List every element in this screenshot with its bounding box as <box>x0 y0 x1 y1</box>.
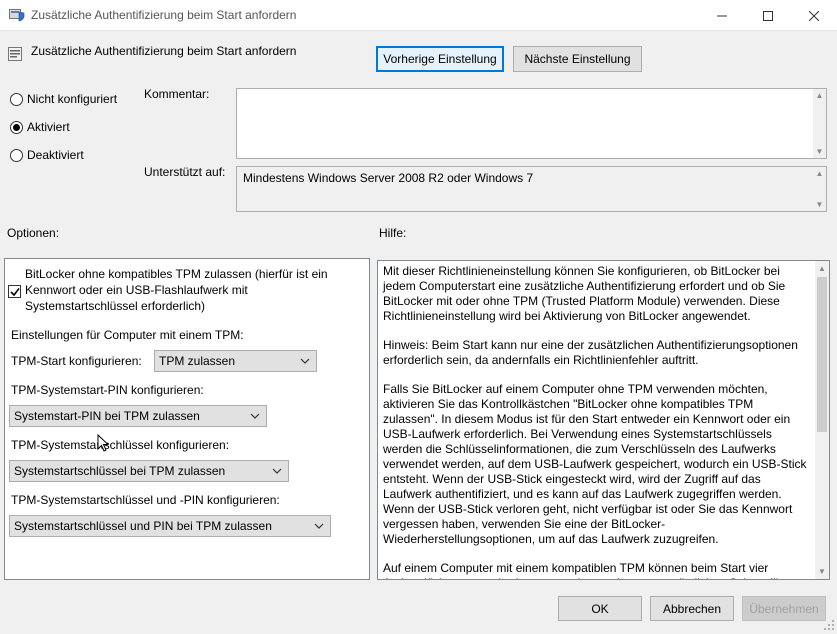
title-bar: Zusätzliche Authentifizierung beim Start… <box>0 0 837 31</box>
mouse-cursor-icon <box>97 433 110 456</box>
supported-scrollbar[interactable]: ▲ ▼ <box>813 167 826 211</box>
next-setting-button[interactable]: Nächste Einstellung <box>513 46 642 72</box>
comment-label: Kommentar: <box>144 87 210 101</box>
supported-value: Mindestens Windows Server 2008 R2 oder W… <box>243 171 534 185</box>
scroll-up-icon[interactable]: ▲ <box>815 262 829 275</box>
previous-setting-button[interactable]: Vorherige Einstellung <box>376 46 504 72</box>
radio-label: Deaktiviert <box>27 148 84 162</box>
policy-setting-icon <box>7 46 23 62</box>
options-panel: BitLocker ohne kompatibles TPM zulassen … <box>4 258 370 580</box>
tpm-key-pin-value: Systemstartschlüssel und PIN bei TPM zul… <box>14 519 272 533</box>
scroll-down-icon[interactable]: ▼ <box>815 565 829 578</box>
cancel-button[interactable]: Abbrechen <box>650 596 734 621</box>
tpm-start-select[interactable]: TPM zulassen <box>154 350 317 372</box>
maximize-button[interactable] <box>745 0 791 31</box>
minimize-button[interactable] <box>699 0 745 31</box>
help-label: Hilfe: <box>379 226 407 240</box>
radio-label: Nicht konfiguriert <box>27 92 118 106</box>
close-button[interactable] <box>791 0 837 31</box>
scroll-thumb[interactable] <box>817 277 827 432</box>
help-paragraph: Auf einem Computer mit einem kompatiblen… <box>383 561 783 579</box>
radio-circle[interactable] <box>10 92 23 106</box>
scroll-up-icon[interactable]: ▲ <box>813 89 826 102</box>
tpm-key-value: Systemstartschlüssel bei TPM zulassen <box>14 464 226 478</box>
resize-grip-icon[interactable] <box>823 619 835 634</box>
options-label: Optionen: <box>7 226 60 240</box>
chevron-down-icon <box>314 523 324 529</box>
allow-without-tpm-checkbox[interactable] <box>8 285 21 298</box>
allow-without-tpm-line2: Kennwort oder ein USB-Flashlaufwerk mit <box>25 283 248 297</box>
tpm-key-select[interactable]: Systemstartschlüssel bei TPM zulassen <box>9 460 289 482</box>
chevron-down-icon <box>300 358 310 364</box>
chevron-down-icon <box>272 468 282 474</box>
tpm-key-label: TPM-Systemstartschlüssel konfigurieren: <box>11 438 230 452</box>
help-panel: Mit dieser Richtlinieneinstellung können… <box>377 260 830 580</box>
tpm-start-label: TPM-Start konfigurieren: <box>11 354 142 368</box>
minimize-icon <box>717 15 727 16</box>
supported-label: Unterstützt auf: <box>144 165 226 179</box>
tpm-pin-select[interactable]: Systemstart-PIN bei TPM zulassen <box>9 405 267 427</box>
allow-without-tpm-line3: Systemstartschlüssel erforderlich) <box>25 299 206 313</box>
comment-scrollbar[interactable]: ▲ ▼ <box>813 89 826 158</box>
tpm-key-pin-select[interactable]: Systemstartschlüssel und PIN bei TPM zul… <box>9 515 331 537</box>
scroll-up-icon[interactable]: ▲ <box>813 167 826 180</box>
help-paragraph: Falls Sie BitLocker auf einem Computer o… <box>383 382 807 546</box>
ok-button[interactable]: OK <box>558 596 642 621</box>
radio-not-configured[interactable]: Nicht konfiguriert <box>10 92 117 106</box>
tpm-settings-heading: Einstellungen für Computer mit einem TPM… <box>11 328 244 342</box>
tpm-pin-label: TPM-Systemstart-PIN konfigurieren: <box>11 383 204 397</box>
policy-shield-icon <box>9 8 25 22</box>
radio-label: Aktiviert <box>27 120 70 134</box>
checkmark-icon <box>10 288 20 297</box>
chevron-down-icon <box>250 413 260 419</box>
scroll-down-icon[interactable]: ▼ <box>813 145 826 158</box>
radio-circle[interactable] <box>10 120 23 134</box>
window-title: Zusätzliche Authentifizierung beim Start… <box>31 8 297 22</box>
help-paragraph: Mit dieser Richtlinieneinstellung können… <box>383 264 786 323</box>
radio-circle[interactable] <box>10 148 23 162</box>
scroll-down-icon[interactable]: ▼ <box>813 198 826 211</box>
help-scrollbar[interactable]: ▲ ▼ <box>815 261 829 579</box>
help-paragraph: Hinweis: Beim Start kann nur eine der zu… <box>383 338 798 367</box>
tpm-pin-value: Systemstart-PIN bei TPM zulassen <box>14 409 200 423</box>
apply-button[interactable]: Übernehmen <box>742 596 826 621</box>
comment-field[interactable]: ▲ ▼ <box>236 88 827 159</box>
maximize-icon <box>763 10 773 21</box>
tpm-key-pin-label: TPM-Systemstartschlüssel und -PIN konfig… <box>11 493 280 507</box>
allow-without-tpm-line1: BitLocker ohne kompatibles TPM zulassen … <box>25 267 328 281</box>
close-icon <box>809 10 819 21</box>
radio-enabled[interactable]: Aktiviert <box>10 120 70 134</box>
tpm-start-value: TPM zulassen <box>159 354 236 368</box>
policy-name: Zusätzliche Authentifizierung beim Start… <box>31 44 297 58</box>
radio-disabled[interactable]: Deaktiviert <box>10 148 84 162</box>
supported-field: Mindestens Windows Server 2008 R2 oder W… <box>236 166 827 212</box>
